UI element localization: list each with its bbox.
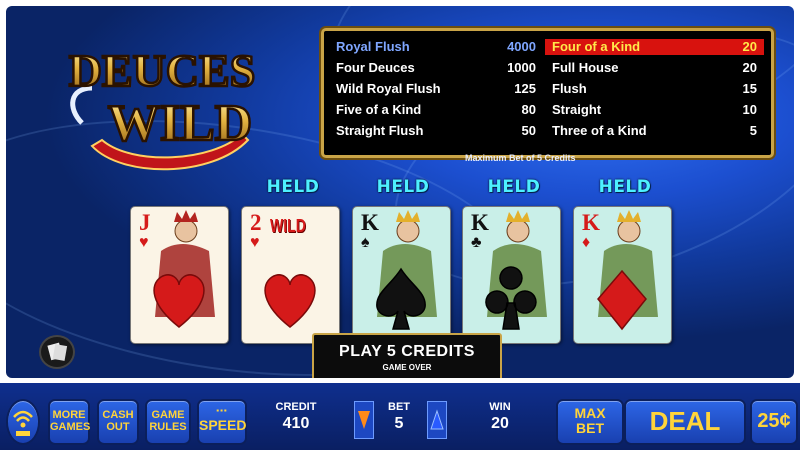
paytable-left-row-name: Wild Royal Flush: [336, 81, 441, 96]
paytable-left-row-value: 125: [514, 81, 536, 96]
max-bet-label-1: MAX: [574, 405, 606, 421]
arrow-down-icon: [358, 411, 370, 429]
card-suit-small-icon: ♣: [471, 234, 482, 251]
paytable-right-row-name: Flush: [552, 81, 587, 96]
speed-label: SPEED: [199, 417, 247, 433]
more-games-button[interactable]: MORE GAMES: [48, 399, 90, 445]
paytable-right-row-name: Four of a Kind: [552, 39, 641, 54]
cards-icon[interactable]: [39, 335, 75, 369]
credit-value: 410: [282, 415, 310, 432]
card-4[interactable]: K ♣: [462, 206, 561, 344]
speed-button[interactable]: ▪▪▪ SPEED: [197, 399, 247, 445]
held-label: HELD: [266, 177, 320, 197]
card-1[interactable]: J ♥: [130, 206, 229, 344]
held-label: HELD: [598, 177, 652, 197]
cash-out-label-1: CASH: [102, 409, 134, 421]
logo-word-wild: WILD: [108, 95, 252, 152]
wireless-icon: [13, 410, 33, 436]
paytable-right-row-value: 20: [742, 39, 757, 54]
credit-label: CREDIT: [275, 401, 317, 413]
card-rank: 2 ♥: [250, 210, 262, 251]
paytable-right-row-name: Full House: [552, 60, 619, 75]
paytable-left-row-name: Royal Flush: [336, 39, 410, 54]
speed-indicator-icon: ▪▪▪: [216, 406, 228, 415]
paytable-right-row-value: 15: [742, 81, 757, 96]
game-over-text: GAME OVER: [382, 363, 432, 372]
card-rank: K ♦: [582, 210, 600, 251]
held-label: HELD: [376, 177, 430, 197]
arrow-up-icon: [430, 409, 444, 430]
paytable-left-row-value: 50: [521, 123, 536, 138]
win-label: WIN: [489, 401, 511, 413]
cards-glyph-icon: [47, 342, 68, 361]
card-suit-small-icon: ♦: [582, 234, 591, 251]
game-area: DEUCES WILD Royal Flush 4000 Four Deuces 10…: [6, 6, 794, 378]
logo-word-deuces: DEUCES: [69, 45, 256, 96]
deal-button[interactable]: DEAL: [624, 399, 746, 445]
more-games-label-1: MORE: [52, 409, 86, 421]
card-5[interactable]: K ♦: [573, 206, 672, 344]
wifi-button[interactable]: [6, 399, 40, 445]
card-suit-small-icon: ♥: [250, 234, 260, 251]
card-suit-small-icon: ♠: [361, 234, 370, 251]
play-credits-text: PLAY 5 CREDITS: [339, 343, 475, 360]
denomination-label: 25¢: [757, 410, 791, 432]
paytable: Royal Flush 4000 Four Deuces 1000 Wild Royal…: [321, 28, 774, 158]
bet-up-button[interactable]: [427, 401, 447, 439]
card-suit-small-icon: ♥: [139, 234, 149, 251]
card-rank: J ♥: [139, 210, 151, 251]
paytable-left-row-value: 4000: [507, 39, 536, 54]
game-rules-label-1: GAME: [151, 409, 185, 421]
game-rules-label-2: RULES: [149, 421, 187, 433]
card-2[interactable]: 2 ♥ WILD: [241, 206, 340, 344]
card-rank: K ♠: [361, 210, 379, 251]
paytable-right-row-name: Three of a Kind: [552, 123, 647, 138]
max-bet-label-2: BET: [576, 420, 604, 436]
paytable-right-row-name: Straight: [552, 102, 602, 117]
cash-out-button[interactable]: CASH OUT: [97, 399, 139, 445]
win-value: 20: [491, 415, 509, 432]
game-screen: DEUCES WILD Royal Flush 4000 Four Deuces 10…: [0, 0, 800, 450]
paytable-left-row-name: Five of a Kind: [336, 102, 422, 117]
paytable-left-row-value: 1000: [507, 60, 536, 75]
max-bet-button[interactable]: MAX BET: [556, 399, 624, 445]
wild-label: WILD: [270, 216, 306, 236]
max-bet-note: Maximum Bet of 5 Credits: [465, 153, 576, 163]
bet-label: BET: [388, 401, 410, 413]
more-games-label-2: GAMES: [50, 421, 91, 433]
game-rules-button[interactable]: GAME RULES: [145, 399, 191, 445]
paytable-right-row-value: 5: [749, 123, 757, 138]
bet-value: 5: [394, 415, 404, 432]
cash-out-label-2: OUT: [106, 421, 130, 433]
bet-down-button[interactable]: [354, 401, 374, 439]
deal-label: DEAL: [649, 406, 721, 436]
card-3[interactable]: K ♠: [352, 206, 451, 344]
deuces-wild-logo: DEUCES WILD: [67, 44, 257, 171]
status-box: PLAY 5 CREDITS GAME OVER: [312, 333, 502, 378]
denomination-button[interactable]: 25¢: [750, 399, 798, 445]
card-rank: K ♣: [471, 210, 489, 251]
paytable-left-row-name: Straight Flush: [336, 123, 424, 138]
paytable-right-row-value: 20: [742, 60, 757, 75]
held-label: HELD: [487, 177, 541, 197]
paytable-right-row-value: 10: [742, 102, 757, 117]
paytable-left-row-name: Four Deuces: [336, 60, 415, 75]
paytable-left-row-value: 80: [521, 102, 536, 117]
